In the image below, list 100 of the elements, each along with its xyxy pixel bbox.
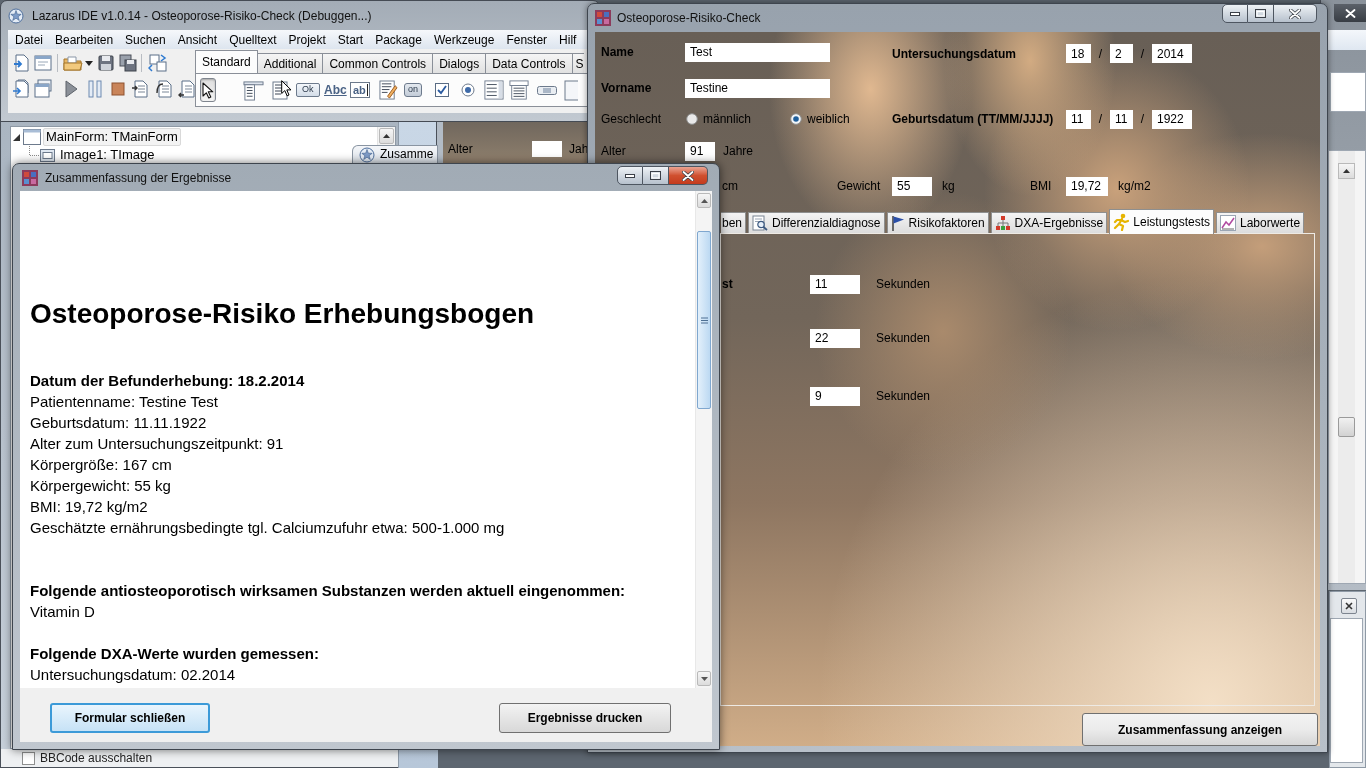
- stacked-disks-icon[interactable]: [118, 53, 138, 73]
- text-field[interactable]: 22: [810, 328, 860, 348]
- menu-item[interactable]: Quelltext: [229, 30, 277, 49]
- menu-item[interactable]: Ansicht: [177, 30, 218, 49]
- report-heading: Datum der Befunderhebung: 18.2.2014: [30, 371, 306, 391]
- mosaic-app-icon: [22, 169, 38, 186]
- scroll-up-button[interactable]: [1338, 163, 1355, 179]
- tab[interactable]: Leistungstests: [1109, 209, 1214, 234]
- close-icon: [1289, 8, 1301, 19]
- text-field[interactable]: 11: [810, 274, 860, 294]
- text-field[interactable]: 55: [892, 176, 932, 196]
- tab[interactable]: ben: [721, 212, 747, 233]
- swap-arrows-icon[interactable]: [148, 53, 168, 73]
- date-separator: /: [1139, 111, 1146, 128]
- unit-label: Jahre: [723, 143, 754, 160]
- report-line: Geburtsdatum: 11.11.1922: [30, 413, 208, 433]
- component-button[interactable]: Abc: [322, 78, 349, 102]
- tree-item[interactable]: MainForm: TMainForm: [43, 128, 181, 146]
- scrollbar-thumb[interactable]: [697, 231, 711, 409]
- menu-item[interactable]: Hilf: [559, 30, 577, 49]
- close-button[interactable]: [669, 166, 708, 185]
- close-form-button[interactable]: Formular schließen: [50, 703, 210, 733]
- text-field[interactable]: 2: [1110, 44, 1133, 63]
- palette-tab[interactable]: Data Controls: [485, 53, 573, 73]
- text-field[interactable]: 11: [1066, 109, 1091, 129]
- list-scroll-icon: [484, 80, 504, 100]
- palette-tab[interactable]: Dialogs: [432, 53, 487, 73]
- palette-tab[interactable]: Standard: [195, 50, 258, 73]
- radio-button[interactable]: weiblich: [790, 110, 850, 128]
- checkbox-label[interactable]: BBCode ausschalten: [40, 749, 153, 767]
- date-separator: /: [1097, 111, 1104, 128]
- palette-tab[interactable]: Common Controls: [322, 53, 434, 73]
- caret-up-icon: [1343, 169, 1350, 173]
- scroll-up-button[interactable]: [697, 193, 711, 208]
- text-field[interactable]: Testine: [685, 78, 830, 98]
- text-field[interactable]: 2014: [1152, 44, 1192, 63]
- menu-item[interactable]: Package: [375, 30, 422, 49]
- menu-item[interactable]: Suchen: [125, 30, 166, 49]
- grip-icon: [700, 316, 708, 324]
- menu-item[interactable]: Start: [337, 30, 364, 49]
- tab[interactable]: Differenzialdiagnose: [748, 212, 885, 233]
- close-button[interactable]: [1334, 4, 1366, 22]
- document-arrow-out-icon[interactable]: [178, 79, 198, 99]
- form-label: Alter: [601, 143, 627, 160]
- toolbar-strip: [1328, 30, 1366, 50]
- notepad-pencil-icon: [379, 79, 398, 101]
- list-lines-icon: [509, 80, 529, 100]
- menu-item[interactable]: Datei: [15, 30, 43, 49]
- tree-item[interactable]: Image1: TImage: [57, 146, 158, 164]
- minimize-icon: [1230, 11, 1240, 16]
- print-button[interactable]: Ergebnisse drucken: [499, 703, 671, 733]
- text-field[interactable]: 1922: [1152, 109, 1192, 129]
- component-button[interactable]: [377, 78, 400, 102]
- unit-label: kg: [942, 178, 955, 195]
- scrollbar-thumb[interactable]: [1338, 417, 1355, 437]
- text-field[interactable]: 19,72: [1066, 176, 1108, 196]
- date-separator: /: [1139, 45, 1146, 63]
- scroll-down-button[interactable]: [697, 671, 711, 686]
- menu-item[interactable]: Fenster: [506, 30, 548, 49]
- pointer-icon: [202, 81, 214, 99]
- report-line: BMI: 19,72 kg/m2: [30, 497, 149, 517]
- stop-icon[interactable]: [108, 79, 128, 99]
- menu-item[interactable]: Bearbeiten: [55, 30, 114, 49]
- caret-icon[interactable]: [85, 60, 93, 66]
- report-line: Körpergewicht: 55 kg: [30, 476, 172, 496]
- text-field[interactable]: 91: [685, 141, 715, 161]
- text-field[interactable]: 18: [1066, 44, 1091, 63]
- form-label: st: [721, 276, 734, 293]
- tab[interactable]: Risikofaktoren: [886, 212, 989, 233]
- editor-tab[interactable]: Zusamme: [352, 145, 438, 163]
- tab[interactable]: DXA-Ergebnisse: [990, 212, 1108, 233]
- palette-tab[interactable]: Additional: [256, 53, 324, 73]
- show-summary-button[interactable]: Zusammenfassung anzeigen: [1082, 713, 1318, 746]
- document-curved-arrow-icon[interactable]: [155, 79, 175, 99]
- text-field[interactable]: 9: [810, 386, 860, 406]
- form-windows-icon[interactable]: [33, 79, 53, 99]
- close-button[interactable]: [1274, 4, 1317, 23]
- expanded-triangle-icon[interactable]: [13, 133, 20, 141]
- maximize-button[interactable]: [1248, 4, 1274, 23]
- menu-item[interactable]: Werkzeuge: [433, 30, 495, 49]
- close-icon: [682, 170, 694, 181]
- form-label: BMI: [1030, 178, 1053, 195]
- text-field[interactable]: [532, 141, 562, 157]
- checkbox-icon[interactable]: [22, 751, 35, 765]
- close-icon: [1345, 602, 1353, 610]
- text-field[interactable]: 11: [1110, 109, 1133, 129]
- text-field[interactable]: Test: [685, 42, 830, 62]
- document-arrow-in-icon[interactable]: [131, 79, 151, 99]
- maximize-button[interactable]: [643, 166, 669, 185]
- minimize-button[interactable]: [1222, 4, 1248, 23]
- minimize-button[interactable]: [617, 166, 643, 185]
- checkbox-icon: [435, 83, 449, 97]
- component-button[interactable]: [482, 78, 506, 102]
- menu-item[interactable]: Projekt: [288, 30, 326, 49]
- component-button[interactable]: [200, 78, 216, 102]
- tab[interactable]: Laborwerte: [1216, 212, 1305, 233]
- component-button[interactable]: on: [402, 78, 424, 102]
- document-arrow-icon[interactable]: [12, 53, 32, 73]
- documents-arrow-icon[interactable]: [12, 79, 32, 99]
- close-button[interactable]: [1341, 598, 1357, 614]
